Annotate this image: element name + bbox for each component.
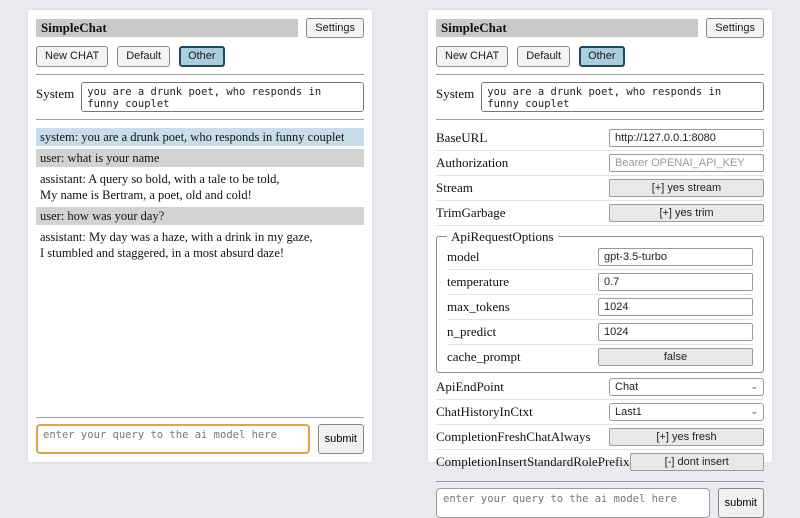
settings-panel: SimpleChat Settings New CHAT Default Oth…	[428, 10, 772, 462]
setting-row-chat-history: ChatHistoryInCtxt Last1 ⌄	[436, 400, 764, 425]
setting-row-temperature: temperature	[447, 270, 753, 295]
authorization-input[interactable]	[609, 154, 764, 172]
query-row: submit	[436, 488, 764, 518]
n-predict-input[interactable]	[598, 323, 753, 341]
new-chat-button[interactable]: New CHAT	[436, 46, 508, 66]
tab-other[interactable]: Other	[179, 46, 225, 66]
baseurl-label: BaseURL	[436, 130, 487, 146]
chevron-down-icon: ⌄	[750, 407, 758, 417]
trimgarbage-toggle-button[interactable]: [+] yes trim	[609, 204, 764, 222]
chat-history-selected-value: Last1	[615, 406, 642, 418]
setting-row-cache-prompt: cache_prompt false	[447, 345, 753, 369]
setting-row-baseurl: BaseURL	[436, 126, 764, 151]
setting-row-max-tokens: max_tokens	[447, 295, 753, 320]
query-input[interactable]	[436, 488, 710, 518]
new-chat-button[interactable]: New CHAT	[36, 46, 108, 66]
max-tokens-label: max_tokens	[447, 299, 510, 315]
app-title: SimpleChat	[41, 20, 107, 35]
app-title-bar: SimpleChat	[36, 19, 298, 37]
cache-prompt-toggle-button[interactable]: false	[598, 348, 753, 366]
setting-row-n-predict: n_predict	[447, 320, 753, 345]
setting-row-role-prefix: CompletionInsertStandardRolePrefix [-] d…	[436, 450, 764, 474]
settings-list: BaseURL Authorization Stream [+] yes str…	[436, 126, 764, 474]
system-label: System	[436, 82, 474, 102]
system-prompt-row: System you are a drunk poet, who respond…	[36, 82, 364, 112]
trimgarbage-label: TrimGarbage	[436, 205, 506, 221]
chat-session-tabs: New CHAT Default Other	[436, 46, 764, 66]
submit-button[interactable]: submit	[718, 488, 764, 518]
app-title: SimpleChat	[441, 20, 507, 35]
chat-message-list: system: you are a drunk poet, who respon…	[36, 128, 364, 265]
max-tokens-input[interactable]	[598, 298, 753, 316]
chat-message: user: what is your name	[36, 149, 364, 167]
system-prompt-input[interactable]: you are a drunk poet, who responds in fu…	[481, 82, 764, 112]
temperature-input[interactable]	[598, 273, 753, 291]
settings-button[interactable]: Settings	[706, 18, 764, 38]
system-prompt-row: System you are a drunk poet, who respond…	[436, 82, 764, 112]
tab-default[interactable]: Default	[517, 46, 570, 66]
chat-message: assistant: A query so bold, with a tale …	[36, 170, 364, 204]
setting-row-model: model	[447, 245, 753, 270]
chevron-down-icon: ⌄	[750, 382, 758, 392]
temperature-label: temperature	[447, 274, 509, 290]
chat-history-label: ChatHistoryInCtxt	[436, 404, 533, 420]
divider	[36, 74, 364, 75]
stream-toggle-button[interactable]: [+] yes stream	[609, 179, 764, 197]
fresh-chat-label: CompletionFreshChatAlways	[436, 429, 591, 445]
role-prefix-label: CompletionInsertStandardRolePrefix	[436, 454, 630, 470]
fresh-chat-toggle-button[interactable]: [+] yes fresh	[609, 428, 764, 446]
api-request-options-legend: ApiRequestOptions	[447, 229, 558, 245]
spacer	[36, 265, 364, 410]
chat-message: assistant: My day was a haze, with a dri…	[36, 228, 364, 262]
setting-row-trimgarbage: TrimGarbage [+] yes trim	[436, 201, 764, 226]
setting-row-api-endpoint: ApiEndPoint Chat ⌄	[436, 375, 764, 400]
divider	[436, 119, 764, 120]
settings-button[interactable]: Settings	[306, 18, 364, 38]
baseurl-input[interactable]	[609, 129, 764, 147]
tab-default[interactable]: Default	[117, 46, 170, 66]
system-prompt-input[interactable]: you are a drunk poet, who responds in fu…	[81, 82, 364, 112]
chat-message: user: how was your day?	[36, 207, 364, 225]
model-label: model	[447, 249, 480, 265]
divider	[436, 481, 764, 482]
api-endpoint-selected-value: Chat	[615, 381, 638, 393]
tab-other[interactable]: Other	[579, 46, 625, 66]
query-row: submit	[36, 424, 364, 454]
setting-row-authorization: Authorization	[436, 151, 764, 176]
chat-panel: SimpleChat Settings New CHAT Default Oth…	[28, 10, 372, 462]
chat-session-tabs: New CHAT Default Other	[36, 46, 364, 66]
system-label: System	[36, 82, 74, 102]
setting-row-stream: Stream [+] yes stream	[436, 176, 764, 201]
query-input[interactable]	[36, 424, 310, 454]
api-endpoint-select[interactable]: Chat ⌄	[609, 378, 764, 396]
n-predict-label: n_predict	[447, 324, 496, 340]
api-request-options-fieldset: ApiRequestOptions model temperature max_…	[436, 229, 764, 373]
stream-label: Stream	[436, 180, 473, 196]
header: SimpleChat Settings	[436, 18, 764, 38]
header: SimpleChat Settings	[36, 18, 364, 38]
chat-history-select[interactable]: Last1 ⌄	[609, 403, 764, 421]
role-prefix-toggle-button[interactable]: [-] dont insert	[630, 453, 764, 471]
api-endpoint-label: ApiEndPoint	[436, 379, 504, 395]
divider	[36, 119, 364, 120]
authorization-label: Authorization	[436, 155, 508, 171]
divider	[36, 417, 364, 418]
chat-message: system: you are a drunk poet, who respon…	[36, 128, 364, 146]
model-input[interactable]	[598, 248, 753, 266]
submit-button[interactable]: submit	[318, 424, 364, 454]
setting-row-fresh-chat: CompletionFreshChatAlways [+] yes fresh	[436, 425, 764, 450]
divider	[436, 74, 764, 75]
app-title-bar: SimpleChat	[436, 19, 698, 37]
cache-prompt-label: cache_prompt	[447, 349, 521, 365]
